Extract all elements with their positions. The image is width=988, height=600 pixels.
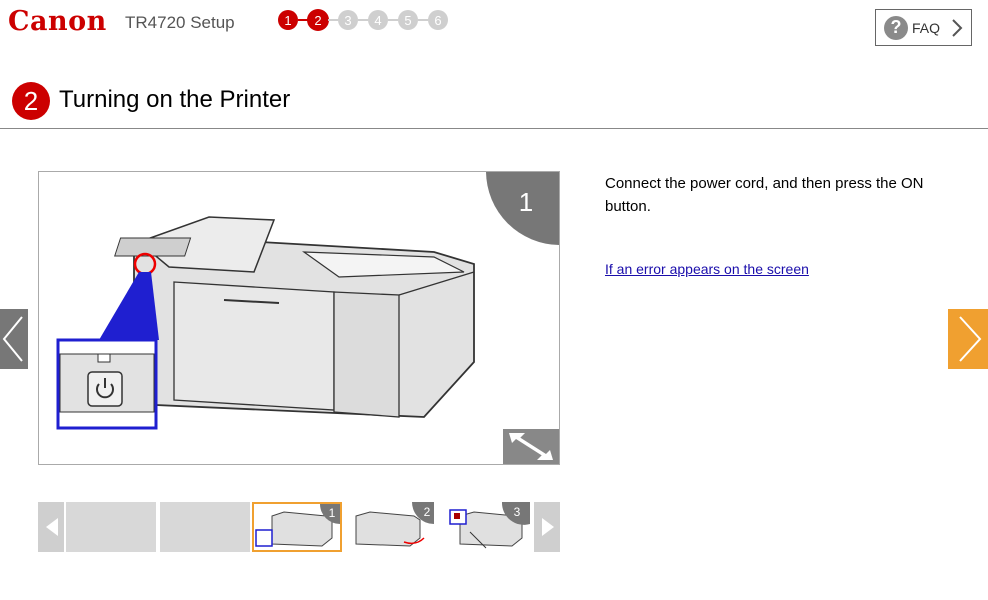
canon-logo: Canon (8, 6, 107, 37)
next-slide-button[interactable] (948, 309, 988, 369)
step-6: 6 (428, 10, 448, 30)
step-number-badge: 2 (12, 82, 50, 120)
step-5: 5 (398, 10, 418, 30)
thumbnail-2[interactable]: 2 (344, 502, 434, 552)
step-1: 1 (278, 10, 298, 30)
step-progress: 1 2 3 4 5 6 (278, 10, 448, 30)
page-title: Turning on the Printer (59, 86, 291, 113)
thumbnail-empty-slot (160, 502, 250, 552)
step-2: 2 (308, 10, 328, 30)
thumbnail-scroll-left-button[interactable] (38, 502, 64, 552)
thumbnail-number: 1 (329, 506, 336, 520)
thumbnail-strip: 1 2 3 (38, 502, 560, 552)
printer-thumbnail-image: 3 (449, 502, 530, 549)
triangle-right-icon (542, 518, 554, 536)
printer-thumbnail-image: 1 (255, 504, 340, 547)
faq-label: FAQ (912, 19, 941, 36)
expand-arrows-icon (509, 433, 553, 460)
instruction-text: Connect the power cord, and then press t… (605, 175, 924, 215)
illustration-viewer: 1 (38, 171, 560, 465)
thumbnail-1[interactable]: 1 (252, 502, 342, 552)
slide-number: 1 (519, 187, 533, 217)
thumbnail-scroll-right-button[interactable] (534, 502, 560, 552)
previous-slide-button[interactable] (0, 309, 28, 369)
question-icon: ? (884, 15, 908, 40)
thumbnail-number: 2 (424, 505, 431, 519)
chevron-right-icon (959, 316, 982, 362)
faq-button[interactable]: ? FAQ (875, 9, 972, 46)
error-help-link[interactable]: If an error appears on the screen (605, 261, 809, 277)
step-connector (418, 19, 428, 21)
header-divider (0, 128, 988, 129)
step-connector (298, 19, 308, 21)
step-4: 4 (368, 10, 388, 30)
thumbnail-number: 3 (514, 505, 521, 519)
thumbnail-3[interactable]: 3 (440, 502, 530, 552)
printer-thumbnail-image: 2 (355, 502, 434, 547)
chevron-right-icon (952, 19, 963, 37)
app-title: TR4720 Setup (125, 13, 235, 32)
chevron-left-icon (2, 316, 23, 362)
step-connector (388, 19, 398, 21)
step-connector (358, 19, 368, 21)
printer-illustration (56, 216, 475, 430)
step-3: 3 (338, 10, 358, 30)
thumbnail-empty-slot (66, 502, 156, 552)
slide-number-badge: 1 (486, 172, 559, 245)
expand-button[interactable] (503, 429, 559, 464)
triangle-left-icon (46, 518, 58, 536)
step-connector (328, 19, 338, 21)
